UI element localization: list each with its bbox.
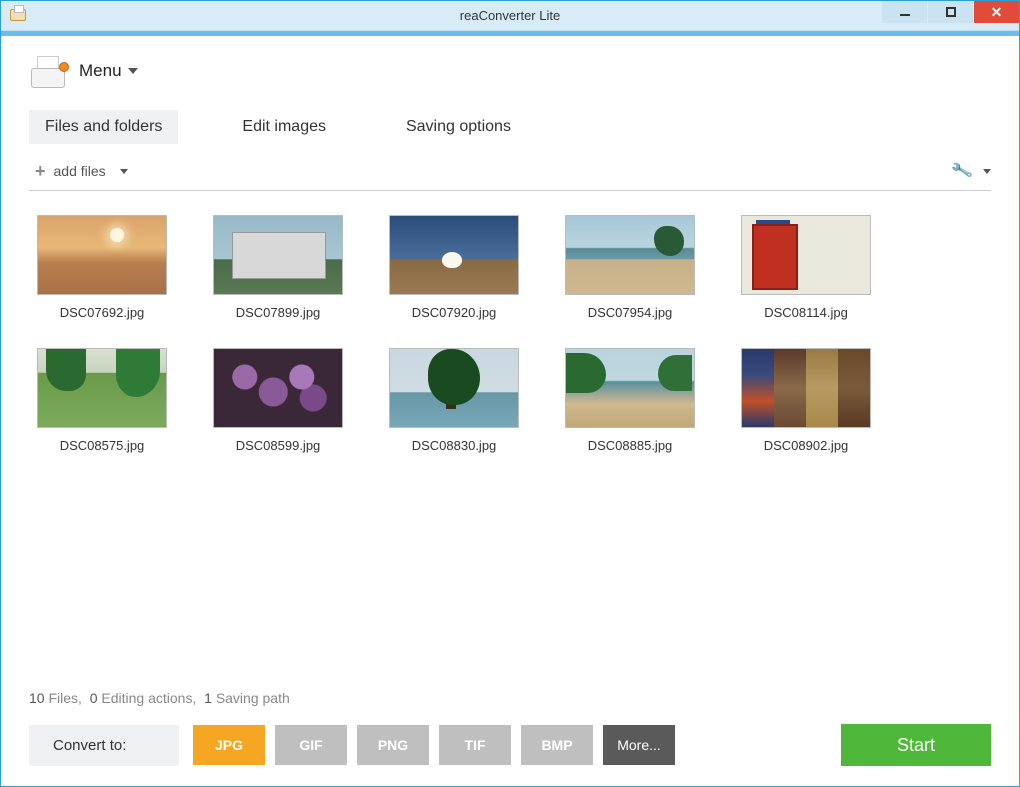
file-item[interactable]: DSC08902.jpg bbox=[735, 348, 877, 453]
add-files-button[interactable]: + add files bbox=[29, 158, 134, 184]
thumbnail-image bbox=[565, 215, 695, 295]
status-editing-count: 0 bbox=[90, 690, 98, 706]
format-label: GIF bbox=[299, 737, 322, 753]
tab-label: Saving options bbox=[406, 118, 511, 135]
main-tabs: Files and folders Edit images Saving opt… bbox=[29, 110, 991, 144]
status-bar: 10 Files, 0 Editing actions, 1 Saving pa… bbox=[29, 682, 991, 724]
thumbnail-image bbox=[389, 215, 519, 295]
close-button[interactable]: ✕ bbox=[974, 1, 1019, 23]
maximize-icon bbox=[946, 7, 956, 17]
start-label: Start bbox=[897, 735, 935, 756]
file-item[interactable]: DSC08575.jpg bbox=[31, 348, 173, 453]
start-button[interactable]: Start bbox=[841, 724, 991, 766]
app-icon-small bbox=[9, 6, 29, 26]
file-name: DSC08575.jpg bbox=[60, 438, 145, 453]
file-item[interactable]: DSC08885.jpg bbox=[559, 348, 701, 453]
file-name: DSC08830.jpg bbox=[412, 438, 497, 453]
format-gif-button[interactable]: GIF bbox=[275, 725, 347, 765]
wrench-icon: 🔧 bbox=[950, 159, 974, 183]
chevron-down-icon bbox=[983, 169, 991, 174]
format-label: JPG bbox=[215, 737, 243, 753]
thumbnail-image bbox=[37, 215, 167, 295]
thumbnail-image bbox=[37, 348, 167, 428]
toolbar: + add files 🔧 bbox=[29, 152, 991, 191]
files-area: DSC07692.jpg DSC07899.jpg DSC07920.jpg D… bbox=[29, 209, 991, 682]
format-more-button[interactable]: More... bbox=[603, 725, 675, 765]
format-label: BMP bbox=[541, 737, 572, 753]
tab-saving-options[interactable]: Saving options bbox=[390, 110, 527, 144]
thumbnail-image bbox=[741, 348, 871, 428]
menu-button[interactable]: Menu bbox=[79, 61, 138, 81]
close-icon: ✕ bbox=[991, 4, 1003, 21]
minimize-button[interactable] bbox=[882, 1, 927, 23]
convert-to-label: Convert to: bbox=[29, 725, 179, 766]
thumbnail-image bbox=[389, 348, 519, 428]
window-title: reaConverter Lite bbox=[460, 8, 560, 23]
minimize-icon bbox=[900, 14, 910, 16]
status-editing-word: Editing actions, bbox=[101, 690, 196, 706]
file-item[interactable]: DSC08830.jpg bbox=[383, 348, 525, 453]
thumbnail-image bbox=[213, 215, 343, 295]
thumbnail-grid: DSC07692.jpg DSC07899.jpg DSC07920.jpg D… bbox=[29, 209, 991, 459]
titlebar: reaConverter Lite ✕ bbox=[1, 1, 1019, 31]
file-name: DSC07899.jpg bbox=[236, 305, 321, 320]
maximize-button[interactable] bbox=[928, 1, 973, 23]
file-name: DSC08114.jpg bbox=[764, 305, 848, 320]
format-buttons: JPG GIF PNG TIF BMP More... bbox=[193, 725, 675, 765]
thumbnail-image bbox=[565, 348, 695, 428]
format-label: TIF bbox=[465, 737, 486, 753]
file-item[interactable]: DSC07692.jpg bbox=[31, 215, 173, 320]
file-item[interactable]: DSC08599.jpg bbox=[207, 348, 349, 453]
status-files-word: Files, bbox=[48, 690, 81, 706]
add-files-label: add files bbox=[54, 163, 106, 179]
status-files-count: 10 bbox=[29, 690, 45, 706]
status-saving-word: Saving path bbox=[216, 690, 290, 706]
window-controls: ✕ bbox=[882, 1, 1019, 30]
format-bmp-button[interactable]: BMP bbox=[521, 725, 593, 765]
file-name: DSC08599.jpg bbox=[236, 438, 321, 453]
menu-bar: Menu bbox=[29, 54, 991, 88]
content-area: Menu Files and folders Edit images Savin… bbox=[1, 31, 1019, 786]
tab-edit-images[interactable]: Edit images bbox=[226, 110, 342, 144]
file-name: DSC08902.jpg bbox=[764, 438, 849, 453]
settings-button[interactable]: 🔧 bbox=[952, 161, 991, 181]
file-item[interactable]: DSC07899.jpg bbox=[207, 215, 349, 320]
tab-label: Edit images bbox=[242, 118, 326, 135]
chevron-down-icon bbox=[120, 169, 128, 174]
thumbnail-image bbox=[741, 215, 871, 295]
file-name: DSC07954.jpg bbox=[588, 305, 673, 320]
tab-files-folders[interactable]: Files and folders bbox=[29, 110, 178, 144]
format-jpg-button[interactable]: JPG bbox=[193, 725, 265, 765]
chevron-down-icon bbox=[128, 68, 138, 74]
window-frame: reaConverter Lite ✕ Menu Files and folde… bbox=[0, 0, 1020, 787]
app-icon bbox=[29, 54, 69, 88]
format-label: More... bbox=[617, 737, 661, 753]
format-png-button[interactable]: PNG bbox=[357, 725, 429, 765]
file-name: DSC08885.jpg bbox=[588, 438, 673, 453]
file-item[interactable]: DSC08114.jpg bbox=[735, 215, 877, 320]
status-saving-count: 1 bbox=[204, 690, 212, 706]
thumbnail-image bbox=[213, 348, 343, 428]
format-label: PNG bbox=[378, 737, 408, 753]
tab-label: Files and folders bbox=[45, 118, 162, 135]
file-item[interactable]: DSC07954.jpg bbox=[559, 215, 701, 320]
plus-icon: + bbox=[35, 162, 46, 180]
format-tif-button[interactable]: TIF bbox=[439, 725, 511, 765]
file-name: DSC07920.jpg bbox=[412, 305, 497, 320]
file-name: DSC07692.jpg bbox=[60, 305, 145, 320]
bottom-bar: Convert to: JPG GIF PNG TIF BMP More... … bbox=[29, 724, 991, 766]
menu-label: Menu bbox=[79, 61, 122, 81]
file-item[interactable]: DSC07920.jpg bbox=[383, 215, 525, 320]
